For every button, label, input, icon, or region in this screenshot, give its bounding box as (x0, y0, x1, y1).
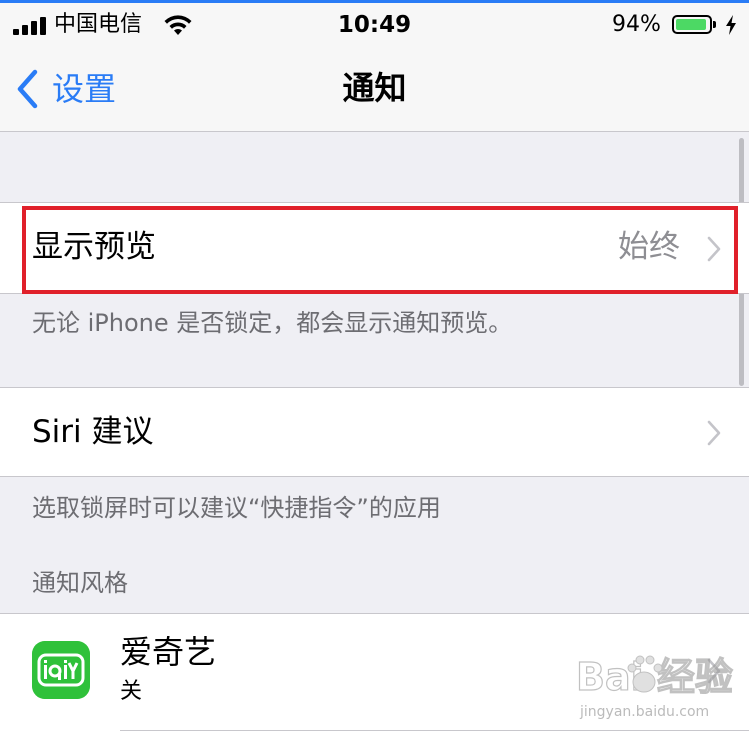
chevron-right-icon (707, 236, 721, 262)
show-preview-footer: 无论 iPhone 是否锁定，都会显示通知预览。 (32, 309, 513, 337)
siri-suggestions-footer: 选取锁屏时可以建议“快捷指令”的应用 (32, 494, 441, 522)
separator-line (120, 730, 749, 731)
charging-bolt-icon (726, 15, 736, 35)
show-preview-value: 始终 (618, 229, 680, 265)
show-preview-cell[interactable]: 显示预览 始终 (0, 202, 749, 294)
app-notification-cell-iqiyi[interactable]: 爱奇艺 关 (0, 613, 749, 743)
battery-percent: 94% (612, 12, 661, 37)
app-name: 爱奇艺 (120, 633, 217, 671)
status-bar: 中国电信 10:49 94% (0, 3, 749, 47)
page-title: 通知 (342, 69, 407, 107)
show-preview-label: 显示预览 (32, 229, 156, 265)
battery-cap (713, 21, 716, 28)
chevron-right-icon (707, 420, 721, 446)
iqiyi-app-icon (32, 641, 90, 699)
battery-icon (672, 15, 712, 34)
siri-suggestions-label: Siri 建议 (32, 414, 154, 450)
navigation-bar: 设置 通知 (0, 47, 749, 132)
notification-style-header: 通知风格 (32, 569, 128, 597)
app-notification-status: 关 (120, 679, 143, 704)
chevron-right-icon (707, 658, 721, 684)
siri-suggestions-cell[interactable]: Siri 建议 (0, 387, 749, 477)
battery-level (676, 19, 706, 30)
